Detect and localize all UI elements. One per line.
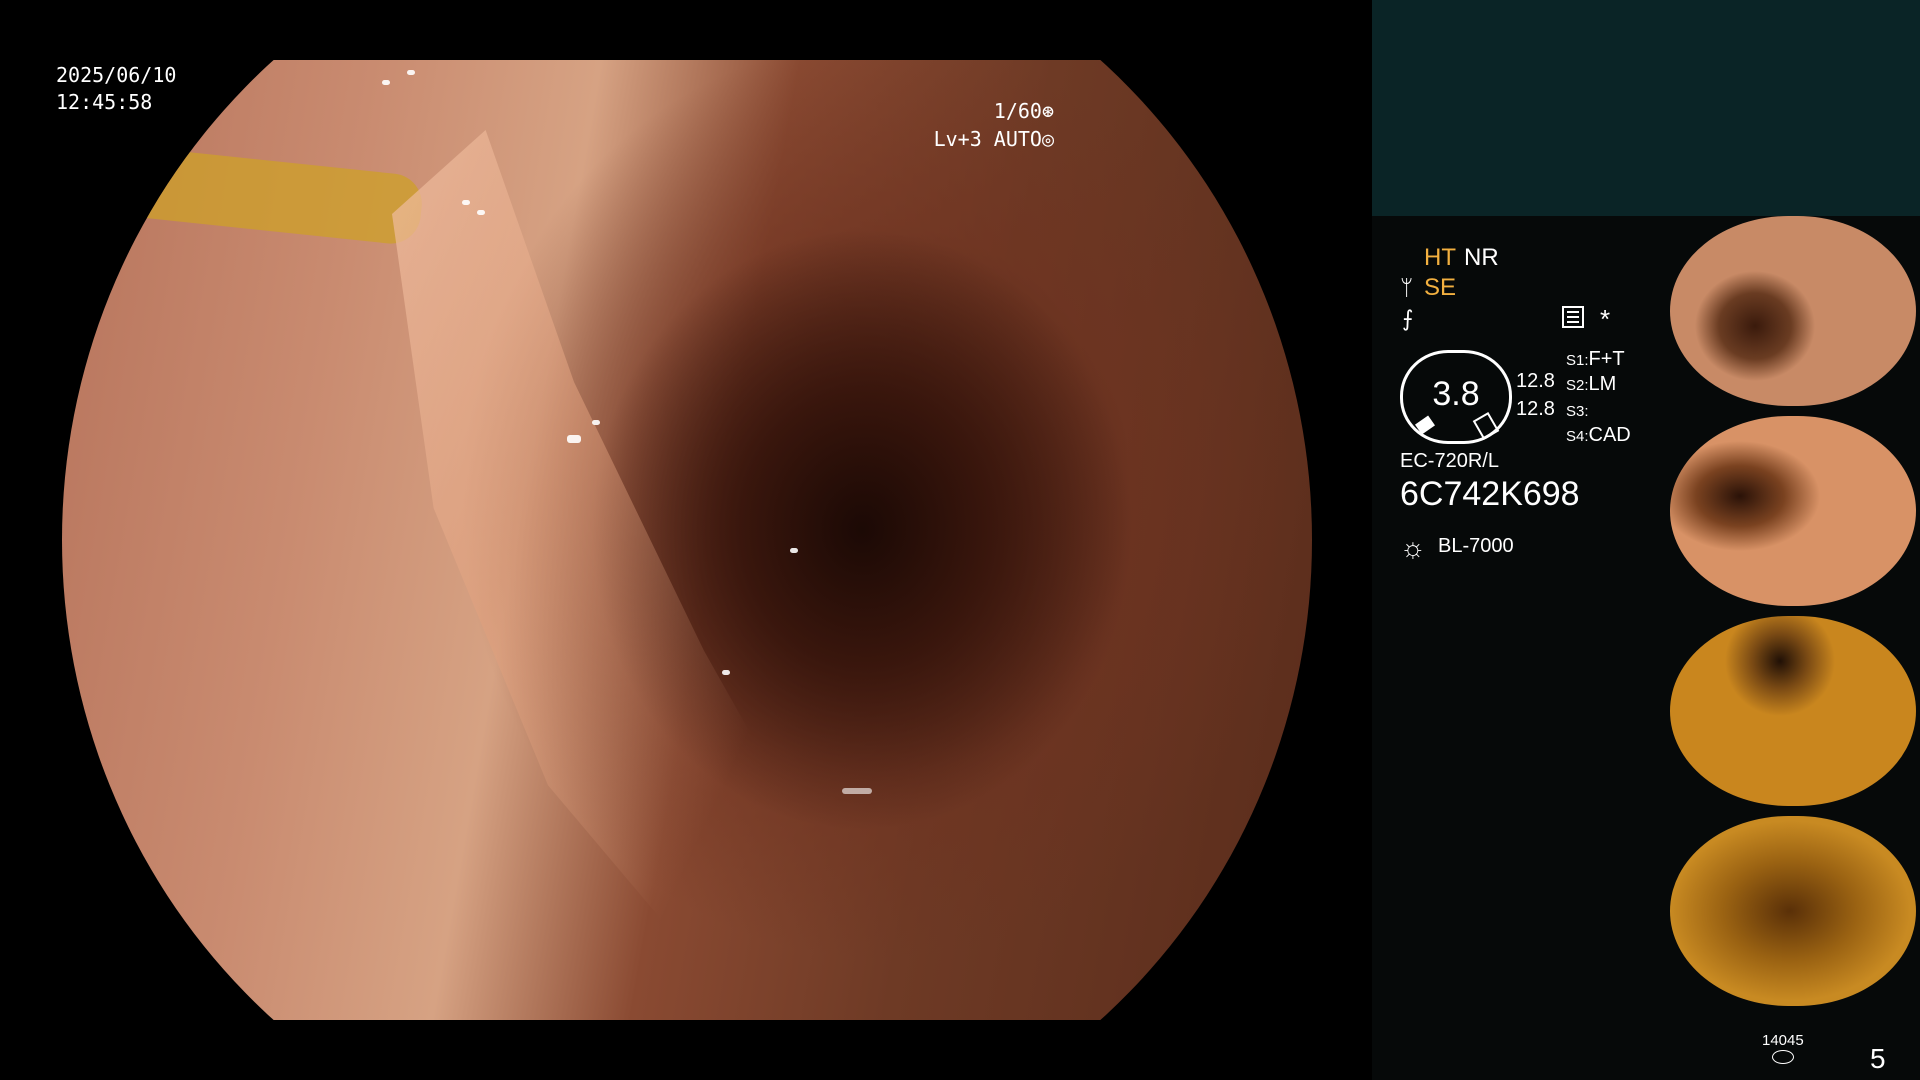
brightness-level: Lv+3 AUTO◎ <box>933 127 1054 151</box>
specular-highlight <box>462 200 470 205</box>
captured-thumbnail[interactable] <box>1670 416 1916 606</box>
specular-highlight <box>567 435 581 443</box>
switch-4: S4:CAD <box>1566 424 1631 447</box>
image-count: 14045 <box>1762 1032 1804 1049</box>
nr-indicator: NR <box>1464 244 1499 271</box>
exam-time: 12:45:58 <box>56 90 153 114</box>
specular-highlight <box>790 548 798 553</box>
star-indicator: * <box>1600 304 1611 334</box>
shutter-speed: 1/60⊛ <box>993 99 1054 123</box>
info-panel: HT NR ᛘ SE ⨍ * 3.8 12.8 12.8 S1:F+T S2:L… <box>1372 0 1920 1080</box>
specular-highlight <box>382 80 390 85</box>
switch-4-value: CAD <box>1588 424 1631 446</box>
switch-3-label: S3: <box>1566 403 1589 420</box>
filter-icon: ⨍ <box>1402 306 1414 331</box>
switch-1-label: S1: <box>1566 352 1589 369</box>
scope-serial: 6C742K698 <box>1400 475 1580 513</box>
bile-streak <box>99 143 425 247</box>
specular-highlight <box>722 670 730 675</box>
switch-2-value: LM <box>1588 373 1617 395</box>
switch-1-value: F+T <box>1588 348 1625 370</box>
setting-value-1: 12.8 <box>1516 370 1555 392</box>
mucosal-fold <box>392 130 860 970</box>
se-indicator: SE <box>1424 274 1457 301</box>
page-number: 5 <box>1870 1043 1886 1074</box>
scope-model: EC-720R/L <box>1400 450 1499 472</box>
specular-highlight <box>407 70 415 75</box>
switch-4-label: S4: <box>1566 428 1589 445</box>
setting-value-2: 12.8 <box>1516 398 1555 420</box>
switch-3: S3: <box>1566 399 1589 422</box>
ht-indicator: HT <box>1424 244 1456 271</box>
structure-enhance-icon: ᛘ <box>1400 275 1414 300</box>
zoom-gauge: 3.8 <box>1400 350 1512 444</box>
light-source: BL-7000 <box>1438 535 1514 557</box>
gauge-right-mark <box>1472 411 1500 441</box>
gauge-left-mark <box>1415 415 1435 435</box>
endoscope-image <box>62 60 1312 1020</box>
panel-header <box>1372 0 1920 216</box>
sun-icon: ☼ <box>1400 532 1426 563</box>
specular-highlight <box>477 210 485 215</box>
captured-thumbnail[interactable] <box>1670 216 1916 406</box>
switch-1: S1:F+T <box>1566 348 1625 371</box>
captured-thumbnail[interactable] <box>1670 816 1916 1006</box>
zoom-value: 3.8 <box>1432 375 1480 413</box>
switch-2: S2:LM <box>1566 373 1616 396</box>
endoscope-view: 2025/06/10 12:45:58 1/60⊛ Lv+3 AUTO◎ <box>0 0 1372 1080</box>
specular-highlight <box>592 420 600 425</box>
captured-thumbnail[interactable] <box>1670 616 1916 806</box>
exam-date: 2025/06/10 <box>56 63 177 87</box>
switch-2-label: S2: <box>1566 377 1589 394</box>
menu-icon <box>1562 306 1584 328</box>
disk-icon <box>1772 1050 1794 1064</box>
specular-highlight <box>842 788 872 794</box>
